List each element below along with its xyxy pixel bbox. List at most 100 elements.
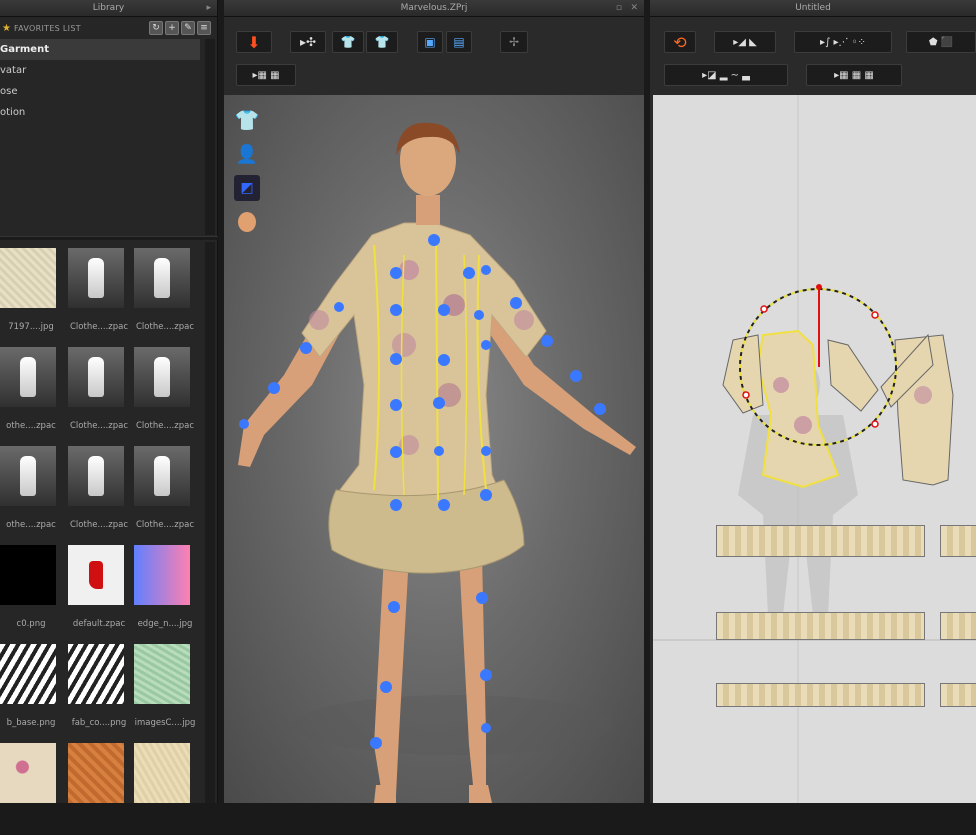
3d-view-panel: Marvelous.ZPrj ▫ ✕ ⬇ ▸✣ 👕 👕 ▣ ▤ ✢ ▸▦ ▦ 👕… [224,0,644,803]
garment-green-button[interactable]: 👕 [332,31,364,53]
3d-viewport[interactable]: 👕 👤 ◩ [224,95,644,803]
polygon-button[interactable]: ⬟ ⬛ [906,31,976,53]
library-thumbnail[interactable]: Clothe....zpac [130,242,200,340]
sync-icon: ⟲ [673,32,687,52]
thumbnail-caption: Clothe....zpac [70,322,128,332]
garment-preview-icon [20,357,36,397]
fold-button[interactable]: ▣ [417,31,443,53]
pin-tool-button[interactable]: ✢ [500,31,528,53]
favorites-bar: ★ FAVORITES LIST ↻ + ✎ ≡ [0,17,217,39]
2d-title-bar: Untitled [650,0,976,17]
tree-item-pose[interactable]: ose [0,81,217,102]
add-icon[interactable]: + [165,21,179,35]
select-mesh-button[interactable]: ▸▦ ▦ [236,64,296,86]
3d-window-title: Marvelous.ZPrj [400,3,468,13]
library-title-bar: Library ▸ [0,0,217,17]
library-thumbnail[interactable]: Clothe....zpac [64,440,134,538]
thumbnail-image [134,644,190,704]
thumbnail-image [68,743,124,803]
thumbnail-caption: c0.png [16,619,46,629]
library-thumbnail[interactable]: 7197....jpg [0,242,66,340]
unfold-button[interactable]: ▤ [446,31,472,53]
favorites-label: FAVORITES LIST [13,23,81,33]
library-thumbnail[interactable]: default.zpac [64,539,134,637]
garment-preview-icon [154,258,170,298]
library-thumbnail[interactable]: imagesC....jpg [130,638,200,736]
close-icon[interactable]: ✕ [630,0,638,17]
library-tools: ↻ + ✎ ≡ [149,21,211,35]
pattern-strip[interactable] [940,612,976,640]
simulate-button[interactable]: ⬇ [236,31,272,53]
garment-preview-icon [88,258,104,298]
thumbnail-caption: othe....zpac [6,421,56,431]
garment-preview-icon [88,357,104,397]
garment-pink-button[interactable]: 👕 [366,31,398,53]
transform-pattern-button[interactable]: ▸◢ ◣ [714,31,776,53]
thumbnail-caption: fab_co....png [71,718,127,728]
thumbnail-caption: edge_n....jpg [137,619,193,629]
thumbnail-caption: othe....zpac [6,520,56,530]
library-thumbnail[interactable]: Clothe....zpac [64,242,134,340]
thumbnail-caption: Clothe....zpac [70,520,128,530]
pattern-strip[interactable] [716,612,925,640]
library-title: Library [92,3,125,13]
tree-item-garment[interactable]: Garment [0,39,200,60]
library-thumbnail[interactable]: Clothe....zpac [130,341,200,439]
sewing-tools-button[interactable]: ▸◪ ▂ ∼ ▃ [664,64,788,86]
edit-texture-button[interactable]: ▸▦ ▦ ▦ [806,64,902,86]
thumbnail-image [0,446,56,506]
edit-icon[interactable]: ✎ [181,21,195,35]
pattern-strip[interactable] [940,683,976,707]
library-thumbnail[interactable]: c0.png [0,539,66,637]
library-thumbnail[interactable]: Clothe....zpac [64,341,134,439]
library-thumbnail[interactable] [130,737,200,835]
library-thumbnail[interactable]: Clothe....zpac [130,440,200,538]
sync-button[interactable]: ⟲ [664,31,696,53]
library-tree: Garment vatar ose otion [0,39,217,229]
library-thumbnail[interactable]: fab_co....png [64,638,134,736]
tree-scrollbar[interactable] [205,39,215,235]
gift-icon: ▣ [424,35,436,49]
thumbs-scrollbar[interactable] [205,242,215,803]
thumbnail-image [0,347,56,407]
2d-pattern-viewport[interactable] [653,95,976,803]
pattern-strip[interactable] [716,683,925,707]
edit-curve-button[interactable]: ▸∫ ▸⋰ ◦⁘ [794,31,892,53]
thumbnail-caption: Clothe....zpac [136,421,194,431]
library-thumbnail[interactable]: othe....zpac [0,341,66,439]
pin-tool-icon: ✢ [508,35,520,49]
pattern-strip[interactable] [716,525,925,557]
garment-preview-icon [154,357,170,397]
thumbnail-image [0,248,56,308]
panel-divider[interactable] [0,236,218,240]
thumbnail-image [134,743,190,803]
library-thumbnail[interactable]: edge_n....jpg [130,539,200,637]
thumbnail-image [134,446,190,506]
library-thumbnail[interactable] [0,737,66,835]
avatar-figure [238,122,636,803]
maximize-icon[interactable]: ▫ [616,0,622,17]
tree-item-motion[interactable]: otion [0,102,217,123]
pin-icon[interactable]: ▸ [206,0,211,17]
library-thumbnail[interactable] [64,737,134,835]
thumbnail-caption: Clothe....zpac [70,421,128,431]
curve-icon: ▸∫ ▸⋰ ◦⁘ [820,36,866,48]
2d-window-title: Untitled [795,3,831,13]
tree-item-avatar[interactable]: vatar [0,60,217,81]
arrow-down-icon: ⬇ [247,32,261,52]
select-mesh-icon: ▸▦ ▦ [252,69,280,81]
thumbnail-image [68,347,124,407]
pattern-strip[interactable] [940,525,976,557]
thumbnail-caption: imagesC....jpg [134,718,196,728]
thumbnail-caption: b_base.png [6,718,56,728]
library-thumbnail[interactable]: b_base.png [0,638,66,736]
library-thumbnail[interactable]: othe....zpac [0,440,66,538]
polygon-icon: ⬟ ⬛ [928,36,954,48]
select-move-button[interactable]: ▸✣ [290,31,326,53]
thumbnail-image [134,347,190,407]
sewing-icon: ▸◪ ▂ ∼ ▃ [702,69,750,81]
list-icon[interactable]: ≡ [197,21,211,35]
2d-view-panel: Untitled ⟲ ▸◢ ◣ ▸∫ ▸⋰ ◦⁘ ⬟ ⬛ ▸◪ ▂ ∼ ▃ ▸▦… [650,0,976,803]
refresh-icon[interactable]: ↻ [149,21,163,35]
thumbnail-caption: default.zpac [72,619,126,629]
